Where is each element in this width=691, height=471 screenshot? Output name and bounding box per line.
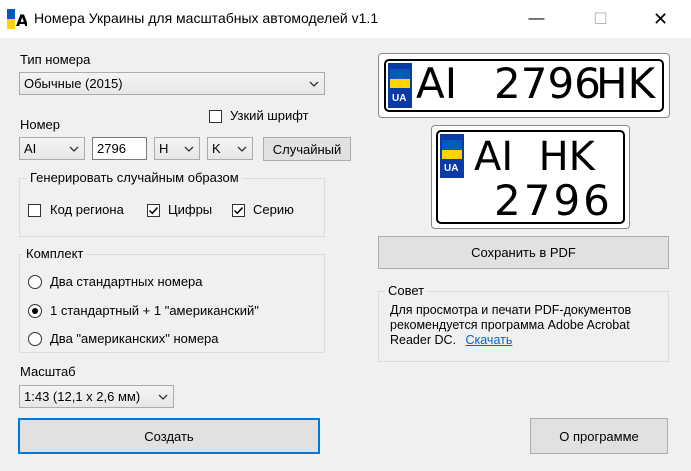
type-select[interactable]: Обычные (2015) xyxy=(19,72,325,95)
kit-option-two-american: Два "американских" номера xyxy=(50,331,219,346)
plate-region: AI xyxy=(416,59,458,108)
close-button[interactable]: ✕ xyxy=(638,0,683,38)
about-button[interactable]: О программе xyxy=(530,418,668,454)
tip-label: Совет xyxy=(385,283,428,298)
scale-select-value: 1:43 (12,1 x 2,6 мм) xyxy=(24,389,141,404)
digits-label: Цифры xyxy=(168,202,213,217)
series2-select-value: K xyxy=(212,141,221,156)
plate-series: HK xyxy=(596,59,656,108)
minimize-button[interactable]: — xyxy=(514,0,559,38)
plate-top-line: AI HK xyxy=(474,134,595,180)
series1-select[interactable]: H xyxy=(154,137,200,160)
standard-plate-frame: UA AI 2796 HK xyxy=(384,59,664,112)
series-checkbox[interactable] xyxy=(232,204,245,217)
digits-checkbox[interactable] xyxy=(147,204,160,217)
ukraine-flag-icon xyxy=(442,140,462,159)
series1-select-value: H xyxy=(159,141,169,156)
plate-digits: 2796 xyxy=(494,59,601,108)
country-code: UA xyxy=(392,93,407,104)
region-select[interactable]: AI xyxy=(19,137,85,160)
ua-strip: UA xyxy=(388,63,412,108)
type-select-value: Обычные (2015) xyxy=(24,76,123,91)
ukraine-flag-icon xyxy=(390,69,410,88)
american-plate-preview: UA AI HK 2796 xyxy=(431,125,630,229)
tip-line: Reader DC. xyxy=(390,333,456,347)
type-label: Тип номера xyxy=(20,52,91,67)
checkmark-icon xyxy=(148,206,159,215)
window-title: Номера Украины для масштабных автомоделе… xyxy=(34,10,379,26)
save-pdf-button[interactable]: Сохранить в PDF xyxy=(378,236,669,269)
region-code-label: Код региона xyxy=(50,202,124,217)
checkmark-icon xyxy=(233,206,244,215)
region-select-value: AI xyxy=(24,141,37,156)
chevron-down-icon xyxy=(69,146,79,152)
standard-plate-preview: UA AI 2796 HK xyxy=(378,53,670,118)
american-plate-frame: UA AI HK 2796 xyxy=(436,130,625,225)
chevron-down-icon xyxy=(309,81,319,87)
region-code-checkbox[interactable] xyxy=(28,204,41,217)
series-label: Серию xyxy=(253,202,294,217)
tip-text: Для просмотра и печати PDF-документов ре… xyxy=(390,303,631,348)
scale-select[interactable]: 1:43 (12,1 x 2,6 мм) xyxy=(19,385,174,408)
app-plate-icon: A xyxy=(7,9,27,29)
narrow-font-label: Узкий шрифт xyxy=(230,108,309,123)
random-button[interactable]: Случайный xyxy=(263,137,351,161)
chevron-down-icon xyxy=(158,394,168,400)
random-group-label: Генерировать случайным образом xyxy=(27,170,242,185)
kit-radio-two-standard[interactable] xyxy=(28,275,42,289)
kit-group-label: Комплект xyxy=(23,246,87,261)
digits-input[interactable]: 2796 xyxy=(92,137,147,160)
chevron-down-icon xyxy=(184,146,194,152)
tip-line: Для просмотра и печати PDF-документов xyxy=(390,303,632,317)
download-link[interactable]: Скачать xyxy=(465,333,512,347)
create-button[interactable]: Создать xyxy=(18,418,320,454)
svg-text:A: A xyxy=(16,11,27,29)
kit-radio-standard-american[interactable] xyxy=(28,304,42,318)
tip-line: рекомендуется программа Adobe Acrobat xyxy=(390,318,630,332)
series2-select[interactable]: K xyxy=(207,137,253,160)
maximize-button[interactable]: ☐ xyxy=(578,0,623,38)
kit-option-standard-american: 1 стандартный + 1 "американский" xyxy=(50,303,259,318)
narrow-font-checkbox[interactable] xyxy=(209,110,222,123)
kit-option-two-standard: Два стандартных номера xyxy=(50,274,203,289)
chevron-down-icon xyxy=(237,146,247,152)
plate-bottom-line: 2796 xyxy=(494,176,613,225)
title-bar[interactable]: A Номера Украины для масштабных автомоде… xyxy=(0,0,691,38)
tip-line-last: Reader DC. Скачать xyxy=(390,333,631,348)
number-label: Номер xyxy=(20,117,61,132)
country-code: UA xyxy=(444,163,459,174)
kit-radio-two-american[interactable] xyxy=(28,332,42,346)
scale-label: Масштаб xyxy=(20,364,76,379)
ua-strip: UA xyxy=(440,134,464,178)
